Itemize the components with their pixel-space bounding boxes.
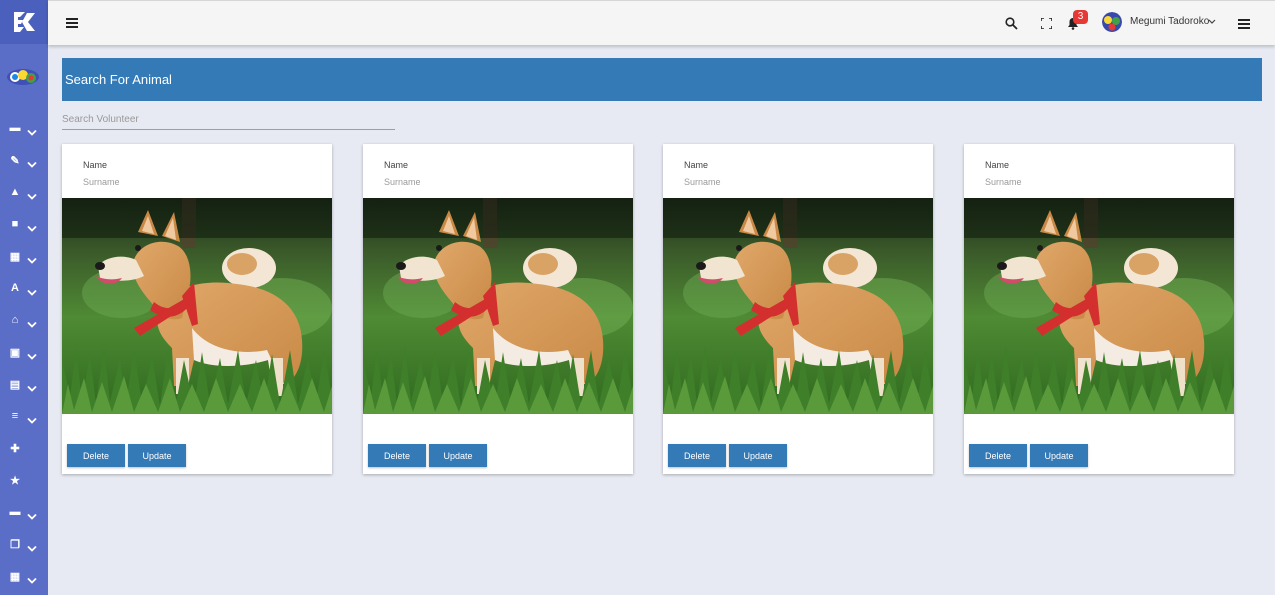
sidebar-item-list[interactable]: ≡: [0, 400, 48, 432]
chevron-down-icon: [27, 220, 37, 232]
animal-surname: Surname: [684, 177, 721, 187]
fullscreen-icon[interactable]: [1039, 16, 1053, 30]
update-button[interactable]: Update: [128, 444, 186, 467]
sidebar-item-calendar[interactable]: ▦: [0, 240, 48, 272]
sidebar-item-clipboard[interactable]: ▤: [0, 368, 48, 400]
top-bar: [48, 0, 1275, 45]
animal-photo: [663, 198, 933, 414]
delete-button[interactable]: Delete: [67, 444, 125, 467]
animal-card: Name Surname Delete Update: [62, 144, 332, 474]
copy-icon: ❐: [10, 538, 20, 551]
sidebar-item-card[interactable]: ▬: [0, 496, 48, 528]
sidebar-item-gift[interactable]: ▣: [0, 336, 48, 368]
clipboard-icon: ▤: [9, 378, 21, 391]
sidebar: ▬ ✎ ▲ ■ ▦ A ⌂ ▣ ▤ ≡ ✚ ★ ▬ ❐ ▦: [0, 0, 48, 595]
update-button[interactable]: Update: [429, 444, 487, 467]
font-icon: A: [11, 282, 19, 294]
sidebar-item-pencil[interactable]: ✎: [0, 144, 48, 176]
animal-surname: Surname: [985, 177, 1022, 187]
animal-surname: Surname: [83, 177, 120, 187]
gift-icon: ▣: [9, 346, 21, 359]
menu-icon[interactable]: [65, 16, 79, 30]
chevron-down-icon: [27, 316, 37, 328]
animal-photo: [363, 198, 633, 414]
car-icon: ▲: [9, 186, 21, 198]
animal-photo: [62, 198, 332, 414]
sidebar-item-star[interactable]: ★: [0, 464, 48, 496]
animal-surname: Surname: [384, 177, 421, 187]
delete-button[interactable]: Delete: [668, 444, 726, 467]
chevron-down-icon: [27, 348, 37, 360]
sidebar-item-copy[interactable]: ❐: [0, 528, 48, 560]
search-icon[interactable]: [1004, 16, 1018, 30]
sidebar-item-font[interactable]: A: [0, 272, 48, 304]
chevron-down-icon: [27, 572, 37, 584]
animal-photo: [964, 198, 1234, 414]
sidebar-item-home[interactable]: ⌂: [0, 304, 48, 336]
home-icon: ⌂: [11, 314, 19, 326]
brand-logo-icon[interactable]: [0, 0, 48, 44]
sidebar-avatar[interactable]: [6, 66, 40, 88]
sidebar-item-store[interactable]: ▦: [0, 560, 48, 592]
chevron-down-icon: [27, 124, 37, 136]
hamburger-icon[interactable]: [1237, 17, 1251, 31]
calendar-icon: ▦: [9, 250, 21, 263]
sidebar-item-dashboard[interactable]: ▬: [0, 112, 48, 144]
dashboard-icon: ▬: [9, 122, 21, 134]
update-button[interactable]: Update: [729, 444, 787, 467]
chevron-down-icon: [27, 252, 37, 264]
star-icon: ★: [10, 474, 20, 487]
chevron-down-icon: [27, 412, 37, 424]
chevron-down-icon: [27, 540, 37, 552]
chevron-down-icon: [27, 284, 37, 296]
medkit-icon: ✚: [10, 442, 20, 455]
user-avatar[interactable]: [1102, 12, 1122, 32]
animal-card: Name Surname Delete Update: [964, 144, 1234, 474]
store-icon: ▦: [9, 570, 21, 583]
list-icon: ≡: [11, 410, 19, 422]
animal-name: Name: [985, 160, 1010, 170]
briefcase-icon: ■: [11, 218, 19, 230]
page-header: Search For Animal: [62, 58, 1262, 101]
animal-name: Name: [83, 160, 108, 170]
chevron-down-icon: [27, 156, 37, 168]
chevron-down-icon: [27, 380, 37, 392]
sidebar-item-briefcase[interactable]: ■: [0, 208, 48, 240]
user-name[interactable]: Megumi Tadoroko: [1130, 16, 1209, 27]
search-volunteer-input[interactable]: [62, 110, 395, 130]
chevron-down-icon: [27, 188, 37, 200]
update-button[interactable]: Update: [1030, 444, 1088, 467]
chevron-down-icon: [27, 508, 37, 520]
delete-button[interactable]: Delete: [368, 444, 426, 467]
animal-name: Name: [384, 160, 409, 170]
sidebar-item-car[interactable]: ▲: [0, 176, 48, 208]
animal-card: Name Surname Delete Update: [663, 144, 933, 474]
pencil-icon: ✎: [10, 154, 20, 167]
animal-name: Name: [684, 160, 709, 170]
card-icon: ▬: [9, 506, 21, 518]
delete-button[interactable]: Delete: [969, 444, 1027, 467]
sidebar-item-medkit[interactable]: ✚: [0, 432, 48, 464]
page-title: Search For Animal: [65, 72, 172, 87]
notification-badge[interactable]: 3: [1073, 10, 1088, 24]
animal-card: Name Surname Delete Update: [363, 144, 633, 474]
